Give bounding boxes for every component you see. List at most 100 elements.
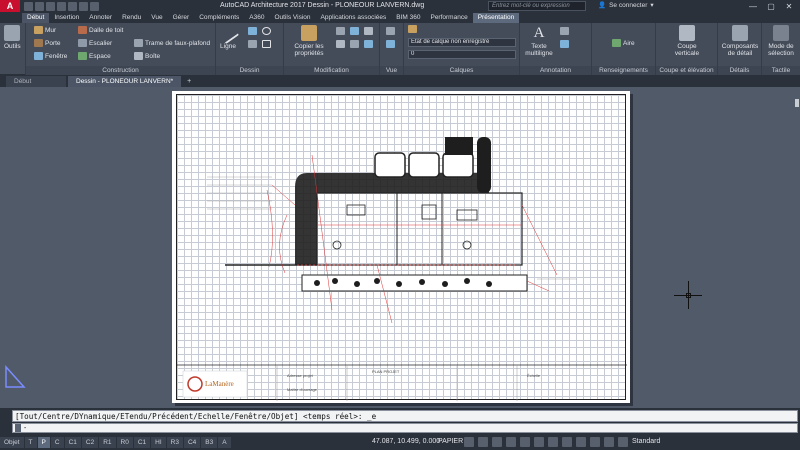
snap-toggle-icon[interactable] — [478, 437, 488, 447]
workspace-icon[interactable] — [590, 437, 600, 447]
coupe-label: Coupe verticale — [674, 43, 700, 57]
drawing-canvas[interactable]: LaManère Adresse projet PLAN PROJET Maît… — [0, 87, 800, 408]
title-bar: A AutoCAD Architecture 2017 Dessin - PLO… — [0, 0, 800, 12]
tab-applications[interactable]: Applications associées — [316, 13, 392, 23]
circle-button[interactable] — [262, 27, 271, 35]
outils-button[interactable]: Outils — [4, 25, 21, 50]
dalle-toit-button[interactable]: Dalle de toit — [78, 26, 123, 34]
layout-tab-hi[interactable]: HI — [151, 437, 166, 448]
copy-button[interactable] — [336, 40, 345, 48]
mur-button[interactable]: Mur — [34, 26, 56, 34]
lineweight-toggle-icon[interactable] — [534, 437, 544, 447]
copy-icon — [336, 40, 345, 48]
layout-tab-objet[interactable]: Objet — [0, 437, 24, 448]
quick-properties-icon[interactable] — [618, 437, 628, 447]
transparency-toggle-icon[interactable] — [548, 437, 558, 447]
coordinates-readout[interactable]: 47.087, 10.499, 0.000 — [372, 438, 440, 445]
display-config-dropdown[interactable]: Standard — [632, 438, 660, 445]
open-icon[interactable] — [35, 1, 44, 11]
maximize-button[interactable]: ▢ — [762, 0, 780, 12]
layout-tab-r0[interactable]: R0 — [116, 437, 133, 448]
command-input[interactable]: - — [12, 423, 798, 433]
ortho-toggle-icon[interactable] — [492, 437, 502, 447]
tab-annoter[interactable]: Annoter — [84, 13, 117, 23]
trim-button[interactable] — [364, 27, 373, 35]
arc-button[interactable] — [248, 40, 257, 48]
redo-icon[interactable] — [90, 1, 99, 11]
doc-tab-debut[interactable]: Début — [6, 76, 66, 87]
ligne-button[interactable]: Ligne — [216, 21, 240, 50]
selection-cycling-icon[interactable] — [562, 437, 572, 447]
minimize-button[interactable]: — — [744, 0, 762, 12]
tab-bim360[interactable]: BIM 360 — [391, 13, 425, 23]
texte-multiligne-button[interactable]: A Texte multiligne — [524, 25, 554, 57]
layout-tab-a[interactable]: A — [218, 437, 231, 448]
dimension-button[interactable] — [560, 27, 569, 35]
tab-performance[interactable]: Performance — [425, 13, 472, 23]
close-button[interactable]: ✕ — [780, 0, 798, 12]
app-logo-icon[interactable]: A — [0, 0, 20, 12]
navigation-bar-icon[interactable] — [795, 99, 799, 107]
tab-gerer[interactable]: Gérer — [168, 13, 195, 23]
tab-insertion[interactable]: Insertion — [49, 13, 84, 23]
fenetre-button[interactable]: Fenêtre — [34, 52, 67, 60]
polar-toggle-icon[interactable] — [506, 437, 516, 447]
layout-tab-c1[interactable]: C1 — [64, 437, 81, 448]
view-button[interactable] — [386, 27, 395, 35]
tab-vue[interactable]: Vue — [146, 13, 167, 23]
rotate-button[interactable] — [350, 27, 359, 35]
save-as-icon[interactable] — [57, 1, 66, 11]
mode-selection-button[interactable]: Mode de sélection — [763, 25, 799, 57]
mirror-button[interactable] — [350, 40, 359, 48]
annotation-scale-icon[interactable] — [576, 437, 586, 447]
signin-button[interactable]: 👤 Se connecter ▾ — [598, 1, 654, 10]
layout-tab-b3[interactable]: B3 — [201, 437, 218, 448]
tab-presentation[interactable]: Présentation — [472, 13, 520, 23]
doc-tab-drawing[interactable]: Dessin - PLONEOUR LANVERN* — [68, 76, 182, 87]
move-button[interactable] — [336, 27, 345, 35]
tab-a360[interactable]: A360 — [244, 13, 269, 23]
polyline-button[interactable] — [248, 27, 257, 35]
layout-tab-c1b[interactable]: C1 — [133, 437, 151, 448]
new-tab-button[interactable]: + — [183, 76, 195, 87]
layout-tab-r1[interactable]: R1 — [99, 437, 116, 448]
escalier-button[interactable]: Escalier — [78, 39, 112, 47]
layer-state-dropdown[interactable]: Etat de calque non enregistré — [408, 38, 516, 47]
trame-button[interactable]: Trame de faux-plafond — [134, 39, 210, 47]
tab-rendu[interactable]: Rendu — [117, 13, 146, 23]
layout-tab-p[interactable]: P — [37, 437, 50, 448]
composants-detail-button[interactable]: Composants de détail — [720, 25, 760, 57]
visual-style-button[interactable] — [386, 40, 395, 48]
porte-button[interactable]: Porte — [34, 39, 61, 47]
layout-tab-c[interactable]: C — [50, 437, 64, 448]
boite-button[interactable]: Boîte — [134, 52, 160, 60]
paper-mode-toggle[interactable]: PAPIER — [438, 438, 463, 445]
save-icon[interactable] — [46, 1, 55, 11]
grid-toggle-icon[interactable] — [464, 437, 474, 447]
osnap-toggle-icon[interactable] — [520, 437, 530, 447]
layout-tab-r3[interactable]: R3 — [166, 437, 183, 448]
signin-label: Se connecter — [609, 1, 648, 9]
units-icon[interactable] — [604, 437, 614, 447]
layout-tab-c4[interactable]: C4 — [183, 437, 201, 448]
print-icon[interactable] — [68, 1, 77, 11]
tab-outils-vision[interactable]: Outils Vision — [269, 13, 315, 23]
tab-debut[interactable]: Début — [22, 13, 50, 23]
espace-button[interactable]: Espace — [78, 52, 111, 60]
layout-viewport[interactable]: LaManère Adresse projet PLAN PROJET Maît… — [176, 94, 627, 401]
undo-icon[interactable] — [79, 1, 88, 11]
cursor-crosshair-icon — [674, 281, 702, 309]
aire-button[interactable]: Aire — [612, 39, 635, 47]
coupe-verticale-button[interactable]: Coupe verticale — [666, 25, 708, 57]
new-icon[interactable] — [24, 1, 33, 11]
rectangle-button[interactable] — [262, 40, 271, 48]
tab-complements[interactable]: Compléments — [194, 13, 244, 23]
layout-tab-c2[interactable]: C2 — [81, 437, 99, 448]
layer-properties-button[interactable] — [408, 25, 417, 33]
search-input[interactable]: Entrez mot-clé ou expression — [488, 1, 586, 11]
leader-button[interactable] — [560, 40, 569, 48]
layer-dropdown[interactable]: 0 — [408, 50, 516, 59]
copier-proprietes-button[interactable]: Copier les propriétés — [288, 25, 330, 57]
layout-tab-t[interactable]: T — [24, 437, 37, 448]
fillet-button[interactable] — [364, 40, 373, 48]
